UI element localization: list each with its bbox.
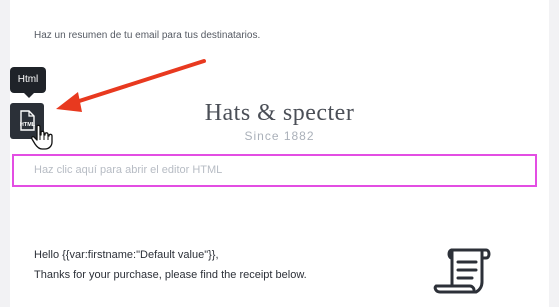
html-tooltip: Html xyxy=(10,67,46,98)
brand-since: Since 1882 xyxy=(244,129,315,143)
email-summary-hint[interactable]: Haz un resumen de tu email para tus dest… xyxy=(34,30,260,41)
brand-name: Hats & specter xyxy=(204,100,355,126)
right-gutter xyxy=(549,0,559,307)
greeting-line-1: Hello {{var:firstname:"Default value"}}, xyxy=(34,249,219,261)
greeting-text[interactable]: Hello {{var:firstname:"Default value"}},… xyxy=(34,245,307,285)
html-editor-block[interactable]: Haz clic aquí para abrir el editor HTML xyxy=(12,154,537,187)
greeting-line-2: Thanks for your purchase, please find th… xyxy=(34,269,307,281)
receipt-scroll-icon xyxy=(433,248,491,294)
